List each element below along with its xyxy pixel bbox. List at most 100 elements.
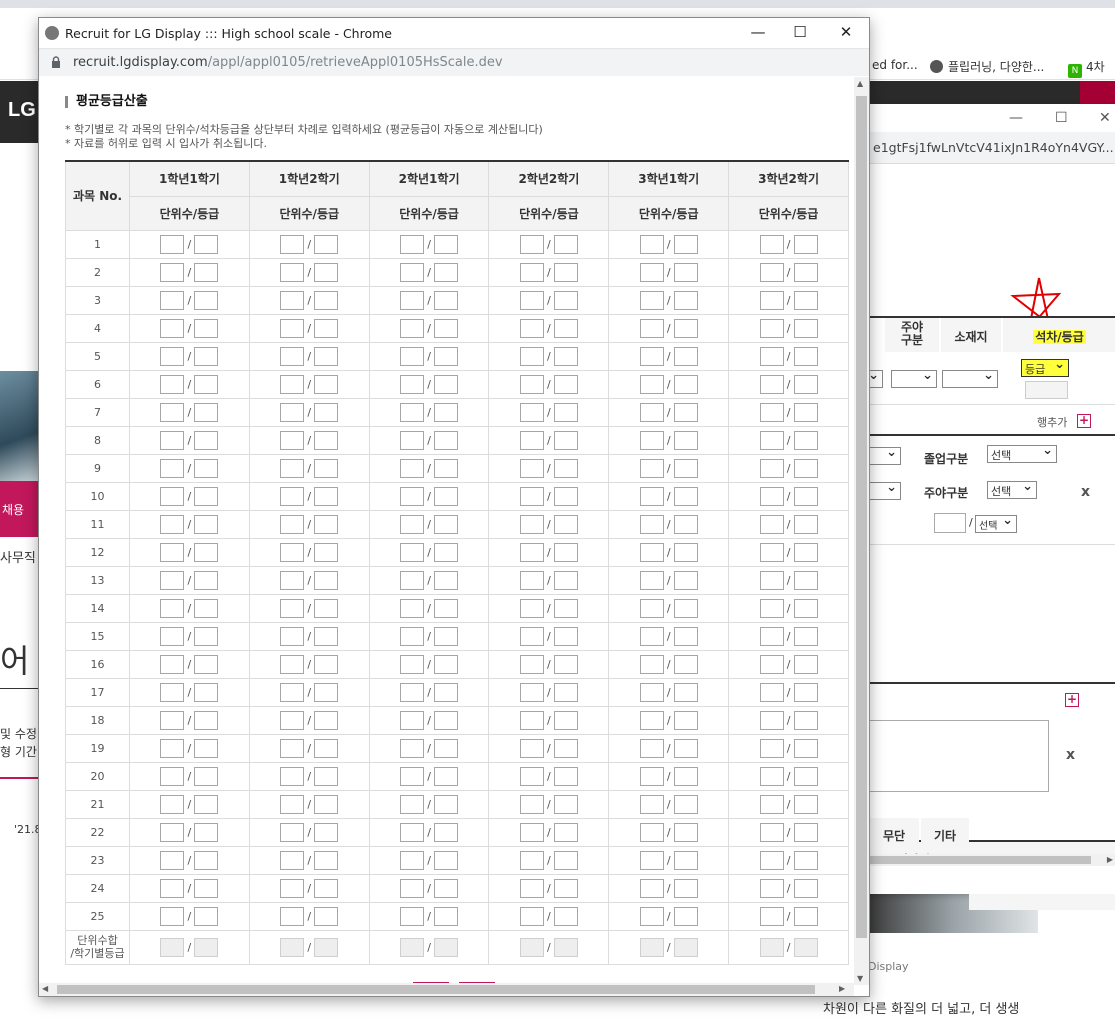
units-input[interactable] [759, 290, 784, 310]
units-input[interactable] [639, 430, 664, 450]
grade-input[interactable] [434, 234, 459, 254]
grade-input[interactable] [314, 878, 339, 898]
units-input[interactable] [519, 878, 544, 898]
grade-input[interactable] [434, 878, 459, 898]
grade-input[interactable] [434, 654, 459, 674]
units-input[interactable] [759, 430, 784, 450]
units-input[interactable] [759, 598, 784, 618]
units-input[interactable] [400, 878, 425, 898]
grade-input[interactable] [314, 290, 339, 310]
units-input[interactable] [639, 738, 664, 758]
grade-input[interactable] [314, 766, 339, 786]
grade-input[interactable] [793, 542, 818, 562]
grade-input[interactable] [314, 850, 339, 870]
units-input[interactable] [639, 458, 664, 478]
grade-input[interactable] [314, 626, 339, 646]
units-input[interactable] [519, 850, 544, 870]
short-select[interactable]: 선택 [975, 513, 1017, 533]
grade-input[interactable] [793, 402, 818, 422]
units-input[interactable] [160, 794, 185, 814]
grade-input[interactable] [793, 318, 818, 338]
grade-input[interactable] [793, 346, 818, 366]
units-input[interactable] [759, 766, 784, 786]
units-input[interactable] [759, 682, 784, 702]
units-input[interactable] [759, 486, 784, 506]
units-input[interactable] [280, 626, 305, 646]
grade-input[interactable] [434, 794, 459, 814]
units-input[interactable] [280, 430, 305, 450]
units-input[interactable] [639, 374, 664, 394]
delete-x-icon[interactable]: x [1081, 484, 1090, 500]
add-plus-icon[interactable]: + [1065, 693, 1079, 707]
units-input[interactable] [160, 346, 185, 366]
units-input[interactable] [759, 346, 784, 366]
units-input[interactable] [639, 486, 664, 506]
grade-input[interactable] [434, 710, 459, 730]
units-input[interactable] [759, 542, 784, 562]
units-input[interactable] [280, 822, 305, 842]
units-input[interactable] [160, 710, 185, 730]
units-input[interactable] [519, 794, 544, 814]
units-input[interactable] [639, 850, 664, 870]
units-input[interactable] [160, 430, 185, 450]
grade-input[interactable] [553, 906, 578, 926]
grade-input[interactable] [673, 794, 698, 814]
units-input[interactable] [160, 766, 185, 786]
grade-input[interactable] [553, 654, 578, 674]
units-input[interactable] [519, 906, 544, 926]
units-input[interactable] [759, 626, 784, 646]
secondary-url-bar[interactable]: e1gtFsj1fwLnVtcV41ixJn1R4oYn4VGY... [869, 132, 1115, 164]
grade-input[interactable] [793, 514, 818, 534]
grade-input[interactable] [793, 654, 818, 674]
grade-input[interactable] [793, 682, 818, 702]
delete-x-icon[interactable]: x [1066, 747, 1075, 763]
grade-input[interactable] [194, 906, 219, 926]
units-input[interactable] [280, 766, 305, 786]
graduation-select[interactable]: 선택 [987, 443, 1057, 463]
location-select[interactable] [942, 368, 998, 388]
units-input[interactable] [759, 654, 784, 674]
grade-input[interactable] [434, 430, 459, 450]
units-input[interactable] [400, 402, 425, 422]
units-input[interactable] [759, 850, 784, 870]
units-input[interactable] [519, 766, 544, 786]
grade-input[interactable] [194, 738, 219, 758]
grade-input[interactable] [673, 430, 698, 450]
units-input[interactable] [519, 430, 544, 450]
grade-input[interactable] [553, 710, 578, 730]
grade-input[interactable] [314, 598, 339, 618]
select-dropdown[interactable] [867, 445, 901, 465]
grade-input[interactable] [553, 458, 578, 478]
units-input[interactable] [400, 430, 425, 450]
units-input[interactable] [639, 654, 664, 674]
grade-input[interactable] [673, 346, 698, 366]
units-input[interactable] [639, 570, 664, 590]
units-input[interactable] [759, 374, 784, 394]
units-input[interactable] [160, 850, 185, 870]
units-input[interactable] [280, 542, 305, 562]
grade-input[interactable] [673, 570, 698, 590]
scroll-right-icon[interactable]: ▶ [1107, 855, 1113, 864]
grade-input[interactable] [673, 682, 698, 702]
grade-input[interactable] [314, 262, 339, 282]
units-input[interactable] [160, 486, 185, 506]
grade-input[interactable] [434, 598, 459, 618]
units-input[interactable] [160, 626, 185, 646]
units-input[interactable] [639, 402, 664, 422]
grade-input[interactable] [314, 570, 339, 590]
minimize-icon[interactable]: — [743, 23, 773, 41]
units-input[interactable] [280, 234, 305, 254]
grade-input[interactable] [673, 906, 698, 926]
units-input[interactable] [400, 682, 425, 702]
units-input[interactable] [160, 822, 185, 842]
units-input[interactable] [400, 626, 425, 646]
units-input[interactable] [400, 738, 425, 758]
units-input[interactable] [160, 318, 185, 338]
grade-input[interactable] [434, 542, 459, 562]
grade-input[interactable] [673, 234, 698, 254]
grade-input[interactable] [673, 710, 698, 730]
grade-input[interactable] [314, 318, 339, 338]
grade-input[interactable] [434, 822, 459, 842]
grade-input[interactable] [553, 850, 578, 870]
units-input[interactable] [280, 290, 305, 310]
